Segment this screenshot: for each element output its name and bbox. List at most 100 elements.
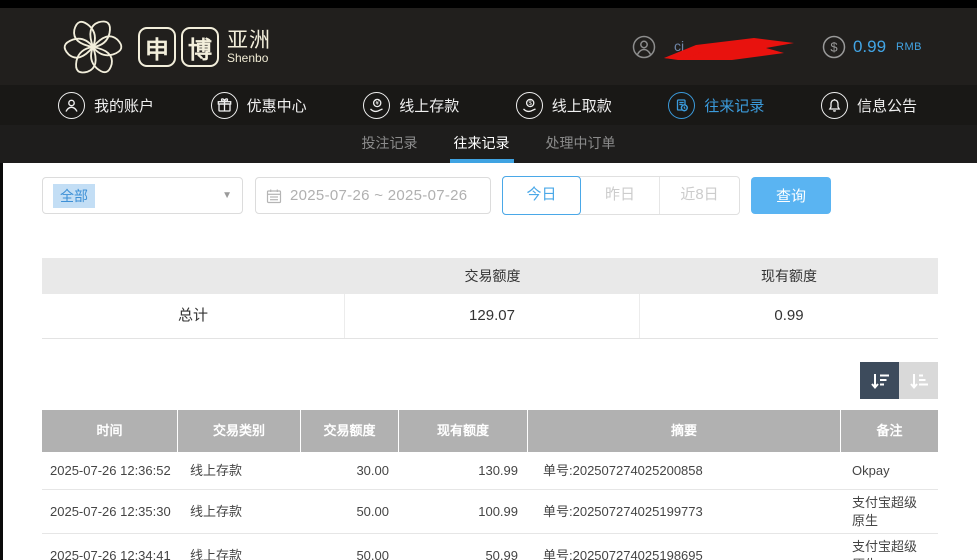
subnav-betting-records[interactable]: 投注记录 xyxy=(360,125,420,163)
nav-label: 往来记录 xyxy=(704,95,764,116)
table-row: 2025-07-26 12:34:41 线上存款 50.00 50.99 单号:… xyxy=(42,534,938,560)
nav-label: 线上存款 xyxy=(399,95,459,116)
cell-type: 线上存款 xyxy=(178,543,301,560)
sort-descending-button[interactable] xyxy=(860,362,899,399)
col-header-amount: 交易额度 xyxy=(301,410,399,452)
site-header: 申 博 亚洲 Shenbo ci xyxy=(0,8,977,85)
col-header-type: 交易类别 xyxy=(178,410,301,452)
top-black-strip xyxy=(0,0,977,8)
summary-header-balance: 现有额度 xyxy=(640,258,938,294)
cell-time: 2025-07-26 12:35:30 xyxy=(42,499,178,525)
quick-date-button-group: 今日 昨日 近8日 xyxy=(502,176,740,215)
logo-char-2: 博 xyxy=(181,27,219,67)
cell-time: 2025-07-26 12:34:41 xyxy=(42,543,178,560)
nav-label: 信息公告 xyxy=(857,95,917,116)
summary-balance-total: 0.99 xyxy=(640,294,938,338)
calendar-icon xyxy=(266,188,282,204)
promo-gift-icon xyxy=(211,92,238,119)
cell-remark: 支付宝超级原生 xyxy=(841,490,938,533)
cell-summary: 单号:202507274025200858 xyxy=(528,458,841,484)
summary-total-label: 总计 xyxy=(42,294,345,338)
balance-currency: RMB xyxy=(896,41,922,53)
summary-transaction-total: 129.07 xyxy=(345,294,640,338)
col-header-remark: 备注 xyxy=(841,410,938,452)
category-selected-value: 全部 xyxy=(53,184,95,208)
flower-logo-icon xyxy=(60,14,126,80)
deposit-hand-coin-icon: ¥ xyxy=(363,92,390,119)
nav-item-withdraw[interactable]: $ 线上取款 xyxy=(516,92,612,119)
subnav-label: 往来记录 xyxy=(454,135,510,151)
col-header-time: 时间 xyxy=(42,410,178,452)
nav-item-promotions[interactable]: 优惠中心 xyxy=(211,92,307,119)
withdraw-hand-coin-icon: $ xyxy=(516,92,543,119)
records-header-row: 时间 交易类别 交易额度 现有额度 摘要 备注 xyxy=(42,410,938,452)
subnav-label: 投注记录 xyxy=(362,135,418,151)
table-row: 2025-07-26 12:36:52 线上存款 30.00 130.99 单号… xyxy=(42,452,938,490)
col-header-balance: 现有额度 xyxy=(399,410,528,452)
sort-descending-icon xyxy=(869,370,891,392)
balance-amount: 0.99 xyxy=(853,37,886,57)
sort-controls xyxy=(860,362,938,399)
red-redaction-scribble xyxy=(662,34,796,62)
chevron-down-icon: ▼ xyxy=(222,190,232,201)
username-redacted[interactable]: ci xyxy=(666,32,794,62)
query-button[interactable]: 查询 xyxy=(751,177,831,214)
site-logo[interactable]: 申 博 亚洲 Shenbo xyxy=(60,14,271,80)
date-range-input[interactable]: 2025-07-26 ~ 2025-07-26 xyxy=(255,177,491,214)
summary-total-row: 总计 129.07 0.99 xyxy=(42,294,938,338)
logo-boxed-characters: 申 博 xyxy=(138,27,219,67)
filter-bar: 全部 ▼ 2025-07-26 ~ 2025-07-26 今日 昨日 近8日 查… xyxy=(42,176,831,215)
balance-display[interactable]: $ 0.99 RMB xyxy=(822,35,922,59)
cell-type: 线上存款 xyxy=(178,499,301,525)
nav-item-announcements[interactable]: 信息公告 xyxy=(821,92,917,119)
cell-remark: 支付宝超级原生 xyxy=(841,534,938,560)
yesterday-button[interactable]: 昨日 xyxy=(581,177,660,214)
nav-item-records[interactable]: 往来记录 xyxy=(668,92,764,119)
subnav-label: 处理中订单 xyxy=(546,135,616,151)
cell-summary: 单号:202507274025198695 xyxy=(528,543,841,560)
cell-amount: 30.00 xyxy=(301,458,399,484)
logo-subtitle-text: Shenbo xyxy=(227,52,271,65)
date-range-value: 2025-07-26 ~ 2025-07-26 xyxy=(290,187,467,204)
cell-balance: 100.99 xyxy=(399,499,528,525)
cell-balance: 50.99 xyxy=(399,543,528,560)
cell-balance: 130.99 xyxy=(399,458,528,484)
sort-ascending-button[interactable] xyxy=(899,362,938,399)
nav-label: 线上取款 xyxy=(552,95,612,116)
summary-header-transaction: 交易额度 xyxy=(345,258,640,294)
category-select[interactable]: 全部 ▼ xyxy=(42,177,243,214)
nav-label: 我的账户 xyxy=(94,95,154,116)
subnav-transaction-records[interactable]: 往来记录 xyxy=(452,125,512,163)
summary-table: 交易额度 现有额度 总计 129.07 0.99 xyxy=(42,258,938,339)
cell-remark: Okpay xyxy=(841,458,938,484)
logo-region-text: 亚洲 xyxy=(227,30,271,52)
sort-ascending-icon xyxy=(908,370,930,392)
last-8-days-button[interactable]: 近8日 xyxy=(660,177,739,214)
nav-label: 优惠中心 xyxy=(247,95,307,116)
announcement-bell-icon xyxy=(821,92,848,119)
cell-type: 线上存款 xyxy=(178,458,301,484)
main-nav: 我的账户 优惠中心 ¥ 线上存款 xyxy=(0,85,977,125)
summary-header-row: 交易额度 现有额度 xyxy=(42,258,938,294)
today-button[interactable]: 今日 xyxy=(502,176,581,215)
logo-wordmark: 亚洲 Shenbo xyxy=(227,30,271,65)
records-table: 时间 交易类别 交易额度 现有额度 摘要 备注 2025-07-26 12:36… xyxy=(42,410,938,560)
subnav-processing-orders[interactable]: 处理中订单 xyxy=(544,125,618,163)
sub-nav: 投注记录 往来记录 处理中订单 xyxy=(0,125,977,163)
svg-text:$: $ xyxy=(830,40,838,55)
account-person-icon xyxy=(58,92,85,119)
nav-item-my-account[interactable]: 我的账户 xyxy=(58,92,154,119)
records-clipboard-icon xyxy=(668,92,695,119)
user-avatar-icon[interactable] xyxy=(632,35,656,59)
transaction-records-page: 申 博 亚洲 Shenbo ci xyxy=(0,0,977,560)
col-header-summary: 摘要 xyxy=(528,410,841,452)
cell-summary: 单号:202507274025199773 xyxy=(528,499,841,525)
table-row: 2025-07-26 12:35:30 线上存款 50.00 100.99 单号… xyxy=(42,490,938,534)
cell-amount: 50.00 xyxy=(301,499,399,525)
cell-time: 2025-07-26 12:36:52 xyxy=(42,458,178,484)
nav-item-deposit[interactable]: ¥ 线上存款 xyxy=(363,92,459,119)
logo-char-1: 申 xyxy=(138,27,176,67)
subnav-active-indicator xyxy=(450,159,514,163)
header-user-area: ci $ 0.99 RMB xyxy=(632,32,922,62)
cell-amount: 50.00 xyxy=(301,543,399,560)
